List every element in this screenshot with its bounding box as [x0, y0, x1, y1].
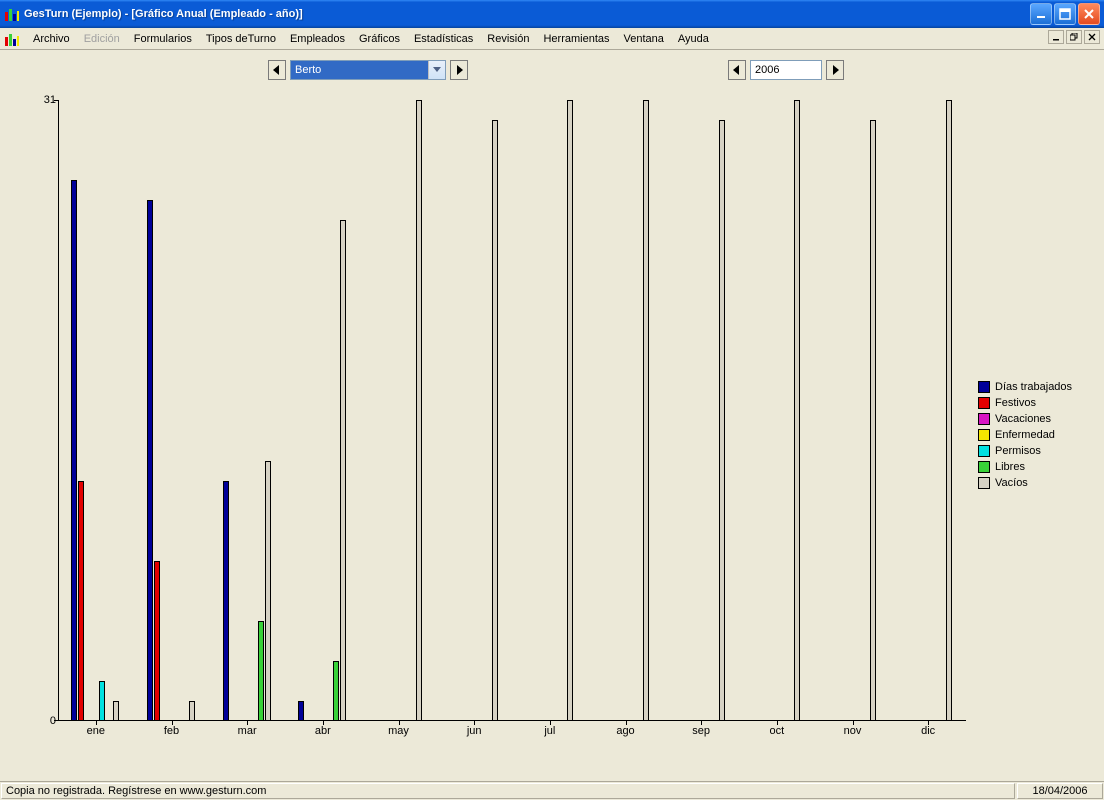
status-message: Copia no registrada. Regístrese en www.g…: [1, 783, 1015, 799]
window-title: GesTurn (Ejemplo) - [Gráfico Anual (Empl…: [24, 8, 1030, 20]
x-tick-label: ago: [616, 725, 634, 737]
y-axis: [58, 100, 59, 721]
employee-select[interactable]: Berto: [290, 60, 446, 80]
legend-label: Vacíos: [995, 477, 1028, 489]
menu-estadísticas[interactable]: Estadísticas: [407, 31, 480, 47]
bar: [154, 561, 160, 721]
menu-herramientas[interactable]: Herramientas: [536, 31, 616, 47]
x-tick-label: may: [388, 725, 409, 737]
legend-swatch: [978, 381, 990, 393]
employee-prev-button[interactable]: [268, 60, 286, 80]
bar: [340, 220, 346, 721]
x-tick-label: jul: [544, 725, 555, 737]
legend-item: Libres: [978, 461, 1096, 473]
employee-next-button[interactable]: [450, 60, 468, 80]
minimize-button[interactable]: [1030, 3, 1052, 25]
x-tick-label: sep: [692, 725, 710, 737]
legend-item: Permisos: [978, 445, 1096, 457]
bar: [147, 200, 153, 721]
bar: [71, 180, 77, 721]
legend-label: Libres: [995, 461, 1025, 473]
menu-edición: Edición: [77, 31, 127, 47]
legend-swatch: [978, 429, 990, 441]
menu-ventana[interactable]: Ventana: [617, 31, 671, 47]
menu-gráficos[interactable]: Gráficos: [352, 31, 407, 47]
bar: [416, 100, 422, 721]
employee-select-value: Berto: [291, 61, 428, 79]
bar: [567, 100, 573, 721]
legend-swatch: [978, 413, 990, 425]
year-prev-button[interactable]: [728, 60, 746, 80]
bar: [189, 701, 195, 721]
mdi-close-button[interactable]: [1084, 30, 1100, 44]
statusbar: Copia no registrada. Regístrese en www.g…: [0, 781, 1104, 800]
legend-item: Festivos: [978, 397, 1096, 409]
x-tick-label: feb: [164, 725, 179, 737]
legend-label: Festivos: [995, 397, 1036, 409]
x-tick-label: dic: [921, 725, 935, 737]
chart-plot: 031enefebmarabrmayjunjulagosepoctnovdic: [58, 100, 966, 721]
legend-swatch: [978, 445, 990, 457]
maximize-button[interactable]: [1054, 3, 1076, 25]
bar: [298, 701, 304, 721]
year-next-button[interactable]: [826, 60, 844, 80]
menu-archivo[interactable]: Archivo: [26, 31, 77, 47]
bar: [643, 100, 649, 721]
menubar: ArchivoEdiciónFormulariosTipos deTurnoEm…: [0, 28, 1104, 50]
bar: [946, 100, 952, 721]
menu-empleados[interactable]: Empleados: [283, 31, 352, 47]
chart-legend: Días trabajados Festivos Vacaciones Enferme…: [978, 381, 1096, 493]
y-tick-label: 0: [50, 715, 56, 727]
year-input[interactable]: 2006: [750, 60, 822, 80]
mdi-minimize-button[interactable]: [1048, 30, 1064, 44]
bar: [492, 120, 498, 721]
chevron-down-icon: [428, 61, 445, 79]
close-button[interactable]: [1078, 3, 1100, 25]
app-icon: [4, 6, 20, 22]
x-tick-label: ene: [87, 725, 105, 737]
legend-label: Días trabajados: [995, 381, 1072, 393]
legend-swatch: [978, 397, 990, 409]
legend-label: Permisos: [995, 445, 1041, 457]
bar: [265, 461, 271, 721]
legend-item: Enfermedad: [978, 429, 1096, 441]
bar: [113, 701, 119, 721]
legend-item: Vacaciones: [978, 413, 1096, 425]
menu-revisión[interactable]: Revisión: [480, 31, 536, 47]
x-tick-label: abr: [315, 725, 331, 737]
chart-area: Berto 2006 031enefebmarabrmayjunjulagose…: [0, 50, 1104, 781]
mdi-restore-button[interactable]: [1066, 30, 1082, 44]
x-tick-label: mar: [238, 725, 257, 737]
status-date: 18/04/2006: [1017, 783, 1103, 799]
legend-item: Vacíos: [978, 477, 1096, 489]
legend-swatch: [978, 461, 990, 473]
x-tick-label: oct: [769, 725, 784, 737]
x-tick-label: nov: [844, 725, 862, 737]
bar: [794, 100, 800, 721]
legend-swatch: [978, 477, 990, 489]
bar: [99, 681, 105, 721]
menu-ayuda[interactable]: Ayuda: [671, 31, 716, 47]
window-titlebar: GesTurn (Ejemplo) - [Gráfico Anual (Empl…: [0, 0, 1104, 28]
bar: [719, 120, 725, 721]
menu-tipos deturno[interactable]: Tipos deTurno: [199, 31, 283, 47]
menu-formularios[interactable]: Formularios: [127, 31, 199, 47]
bar: [78, 481, 84, 721]
x-tick-label: jun: [467, 725, 482, 737]
legend-item: Días trabajados: [978, 381, 1096, 393]
bar: [870, 120, 876, 721]
bar: [333, 661, 339, 721]
menubar-app-icon: [4, 31, 20, 47]
legend-label: Enfermedad: [995, 429, 1055, 441]
bar: [258, 621, 264, 721]
legend-label: Vacaciones: [995, 413, 1051, 425]
bar: [223, 481, 229, 721]
